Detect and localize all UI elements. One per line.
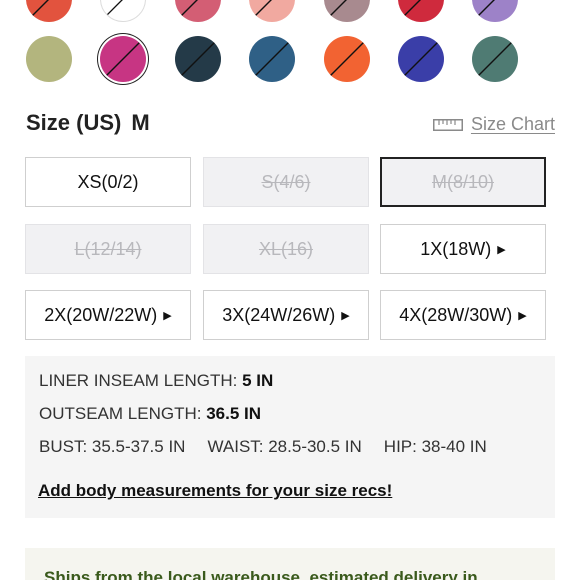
expand-triangle-icon: ▶ <box>341 309 350 322</box>
size-option-4x[interactable]: 4X(28W/30W) ▶ <box>380 290 546 340</box>
size-option-m[interactable]: M(8/10) <box>380 157 546 207</box>
size-option-xl[interactable]: XL(16) <box>203 224 369 274</box>
size-option-label: L(12/14) <box>74 238 142 259</box>
expand-triangle-icon: ▶ <box>497 243 506 256</box>
unavailable-slash-icon <box>252 39 292 79</box>
unavailable-slash-icon <box>327 0 347 19</box>
add-body-measurements-link[interactable]: Add body measurements for your size recs… <box>38 481 392 501</box>
size-heading: Size (US) M <box>26 110 150 136</box>
liner-inseam-row: LINER INSEAM LENGTH: 5 IN <box>39 371 541 404</box>
swatch-teal[interactable] <box>472 36 518 82</box>
unavailable-slash-icon <box>103 39 143 79</box>
size-chart-label: Size Chart <box>470 114 555 134</box>
expand-triangle-icon: ▶ <box>163 309 172 322</box>
size-option-label: XS(0/2) <box>77 171 139 192</box>
swatch-magenta[interactable] <box>100 36 146 82</box>
ruler-icon <box>432 118 463 131</box>
swatch-mauve[interactable] <box>324 0 370 22</box>
liner-inseam-label: LINER INSEAM LENGTH: <box>39 371 238 390</box>
unavailable-slash-icon <box>178 39 218 79</box>
outseam-row: OUTSEAM LENGTH: 36.5 IN <box>39 404 541 437</box>
bust-measurement: BUST: 35.5-37.5 IN <box>39 437 186 456</box>
expand-triangle-icon: ▶ <box>518 309 527 322</box>
size-option-label: XL(16) <box>258 238 314 259</box>
size-option-1x[interactable]: 1X(18W) ▶ <box>380 224 546 274</box>
hip-measurement: HIP: 38-40 IN <box>383 437 487 456</box>
shipping-info-panel: Ships from the local warehouse, estimate… <box>25 548 555 580</box>
unavailable-slash-icon <box>178 0 198 19</box>
selected-size: M <box>131 110 150 135</box>
size-option-xs[interactable]: XS(0/2) <box>25 157 191 207</box>
size-option-label: 2X(20W/22W) <box>44 304 158 325</box>
measurements-panel: LINER INSEAM LENGTH: 5 IN OUTSEAM LENGTH… <box>25 356 555 518</box>
size-chart-link[interactable]: Size Chart <box>432 114 555 135</box>
swatch-sage[interactable] <box>26 36 72 82</box>
swatch-orange[interactable] <box>324 36 370 82</box>
size-option-s[interactable]: S(4/6) <box>203 157 369 207</box>
size-option-label: M(8/10) <box>431 171 494 192</box>
size-option-label: 4X(28W/30W) <box>399 304 513 325</box>
size-option-2x[interactable]: 2X(20W/22W) ▶ <box>25 290 191 340</box>
body-measurements-row: BUST: 35.5-37.5 IN WAIST: 28.5-30.5 IN HIP… <box>39 437 541 470</box>
shipping-text: Ships from the local warehouse, estimate… <box>44 568 478 580</box>
size-option-3x[interactable]: 3X(24W/26W) ▶ <box>203 290 369 340</box>
unavailable-slash-icon <box>475 39 515 79</box>
unavailable-slash-icon <box>401 39 441 79</box>
liner-inseam-value: 5 IN <box>242 371 274 390</box>
size-label: Size (US) <box>26 110 122 135</box>
swatch-red-orange[interactable] <box>26 0 72 22</box>
size-option-l[interactable]: L(12/14) <box>25 224 191 274</box>
size-option-label: 3X(24W/26W) <box>222 304 336 325</box>
outseam-value: 36.5 IN <box>206 404 262 423</box>
unavailable-slash-icon <box>29 0 49 19</box>
swatch-rose[interactable] <box>175 0 221 22</box>
swatch-peach[interactable] <box>249 0 295 22</box>
swatch-dark-slate[interactable] <box>175 36 221 82</box>
swatch-white[interactable] <box>100 0 146 22</box>
unavailable-slash-icon <box>327 39 367 79</box>
swatch-steel-blue[interactable] <box>249 36 295 82</box>
unavailable-slash-icon <box>475 0 495 19</box>
unavailable-slash-icon <box>401 0 421 19</box>
unavailable-slash-icon <box>252 0 272 19</box>
waist-measurement: WAIST: 28.5-30.5 IN <box>207 437 362 456</box>
outseam-label: OUTSEAM LENGTH: <box>39 404 202 423</box>
size-option-label: 1X(18W) <box>420 238 492 259</box>
unavailable-slash-icon <box>104 0 123 18</box>
swatch-lavender[interactable] <box>472 0 518 22</box>
size-option-label: S(4/6) <box>261 171 311 192</box>
swatch-royal-blue[interactable] <box>398 36 444 82</box>
swatch-crimson[interactable] <box>398 0 444 22</box>
